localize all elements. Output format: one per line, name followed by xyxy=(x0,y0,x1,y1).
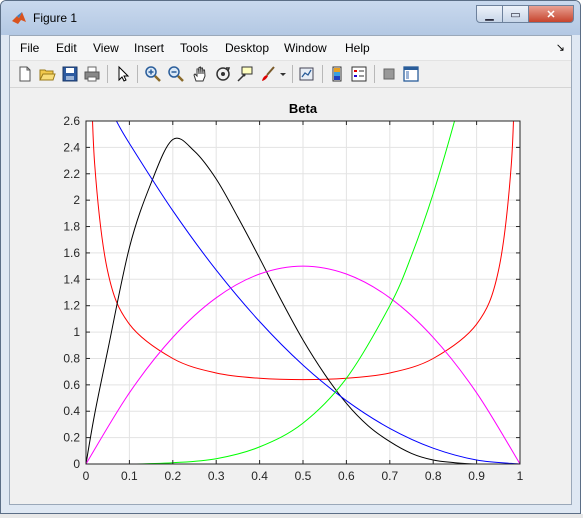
y-tick-label: 0.8 xyxy=(63,351,80,365)
zoom-in-icon[interactable] xyxy=(144,65,162,83)
rotate-3d-icon[interactable] xyxy=(214,65,232,83)
y-tick-label: 1.4 xyxy=(63,272,80,286)
y-tick-label: 0 xyxy=(73,457,80,471)
minimize-icon: ▁ xyxy=(485,8,494,21)
y-tick-label: 2 xyxy=(73,193,80,207)
maximize-button[interactable]: ▭ xyxy=(502,5,529,23)
menu-view[interactable]: View xyxy=(93,41,119,55)
y-tick-label: 1.8 xyxy=(63,220,80,234)
toolbar-separator xyxy=(137,65,138,83)
save-icon[interactable] xyxy=(61,65,79,83)
x-tick-label: 0.5 xyxy=(295,469,312,483)
y-tick-label: 1 xyxy=(73,325,80,339)
window-title: Figure 1 xyxy=(33,11,78,25)
y-tick-label: 1.2 xyxy=(63,299,80,313)
menu-file[interactable]: File xyxy=(20,41,39,55)
menu-bar: File Edit View Insert Tools Desktop Wind… xyxy=(10,36,571,61)
menu-tools[interactable]: Tools xyxy=(180,41,208,55)
show-plot-tools-icon[interactable] xyxy=(402,65,420,83)
background-window-strip xyxy=(0,514,583,518)
x-tick-label: 0.4 xyxy=(251,469,268,483)
minimize-button[interactable]: ▁ xyxy=(476,5,503,23)
insert-colorbar-icon[interactable] xyxy=(328,65,346,83)
dock-arrow-icon[interactable]: ↘ xyxy=(556,41,565,54)
title-bar[interactable]: Figure 1 ▁ ▭ ✕ xyxy=(1,1,580,35)
edit-plot-arrow-icon[interactable] xyxy=(114,65,132,83)
window-controls: ▁ ▭ ✕ xyxy=(476,5,574,23)
matlab-logo-icon xyxy=(12,12,26,24)
toolbar-separator xyxy=(374,65,375,83)
toolbar-separator xyxy=(107,65,108,83)
x-tick-label: 0.6 xyxy=(338,469,355,483)
y-tick-label: 2.4 xyxy=(63,140,80,154)
x-tick-label: 0.1 xyxy=(121,469,138,483)
insert-legend-icon[interactable] xyxy=(350,65,368,83)
x-tick-label: 0 xyxy=(83,469,90,483)
y-tick-label: 0.6 xyxy=(63,378,80,392)
figure-canvas[interactable]: 0 0.1 0.2 0.3 0.4 0.5 0.6 0.7 0.8 0.9 1 0 0.2 0.4 0.6 0… xyxy=(10,88,571,504)
hide-plot-tools-icon[interactable] xyxy=(380,65,398,83)
maximize-icon: ▭ xyxy=(510,8,521,21)
brush-dropdown-icon[interactable] xyxy=(278,65,288,83)
brush-icon[interactable] xyxy=(259,65,277,83)
y-tick-label: 2.6 xyxy=(63,114,80,128)
data-cursor-icon[interactable] xyxy=(236,65,254,83)
y-tick-label: 2.2 xyxy=(63,167,80,181)
menu-insert[interactable]: Insert xyxy=(134,41,164,55)
menu-edit[interactable]: Edit xyxy=(56,41,77,55)
open-file-icon[interactable] xyxy=(38,65,56,83)
figure-client-area: File Edit View Insert Tools Desktop Wind… xyxy=(9,35,572,505)
menu-help[interactable]: Help xyxy=(345,41,370,55)
close-button[interactable]: ✕ xyxy=(528,5,574,23)
toolbar-separator xyxy=(322,65,323,83)
beta-chart[interactable]: 0 0.1 0.2 0.3 0.4 0.5 0.6 0.7 0.8 0.9 1 0 0.2 0.4 0.6 0… xyxy=(10,88,573,514)
figure-toolbar xyxy=(10,61,571,88)
print-icon[interactable] xyxy=(83,65,101,83)
x-tick-label: 0.9 xyxy=(468,469,485,483)
x-tick-label: 1 xyxy=(517,469,524,483)
menu-desktop[interactable]: Desktop xyxy=(225,41,269,55)
y-tick-label: 1.6 xyxy=(63,246,80,260)
figure-window: Figure 1 ▁ ▭ ✕ File Edit View Insert Too… xyxy=(0,0,581,514)
menu-window[interactable]: Window xyxy=(284,41,327,55)
x-tick-label: 0.3 xyxy=(208,469,225,483)
zoom-out-icon[interactable] xyxy=(167,65,185,83)
y-tick-label: 0.4 xyxy=(63,404,80,418)
toolbar-separator xyxy=(292,65,293,83)
close-icon: ✕ xyxy=(546,8,556,21)
link-plot-icon[interactable] xyxy=(298,65,316,83)
x-tick-label: 0.2 xyxy=(164,469,181,483)
x-tick-label: 0.8 xyxy=(425,469,442,483)
x-tick-label: 0.7 xyxy=(381,469,398,483)
y-tick-label: 0.2 xyxy=(63,431,80,445)
pan-hand-icon[interactable] xyxy=(191,65,209,83)
new-figure-icon[interactable] xyxy=(16,65,34,83)
chart-title: Beta xyxy=(289,101,318,116)
